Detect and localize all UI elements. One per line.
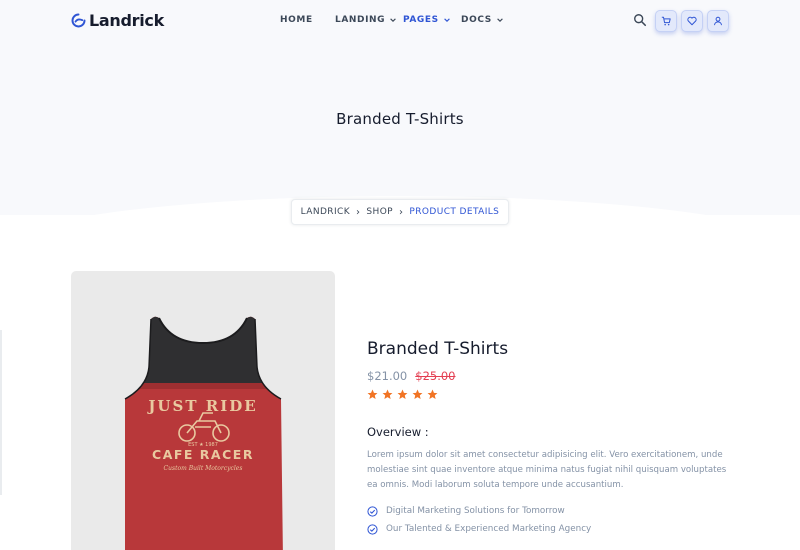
wishlist-button[interactable]	[681, 10, 703, 32]
chevron-down-icon	[443, 18, 450, 22]
star-icon	[382, 389, 393, 399]
heart-icon	[687, 16, 697, 26]
breadcrumb: LANDRICK › SHOP › PRODUCT DETAILS	[291, 199, 509, 225]
overview-heading: Overview :	[367, 425, 429, 439]
breadcrumb-item-shop[interactable]: SHOP	[366, 207, 393, 217]
chevron-down-icon	[496, 18, 503, 22]
page-edge-divider	[0, 330, 2, 495]
feature-item: Our Talented & Experienced Marketing Age…	[367, 520, 737, 538]
check-circle-icon	[367, 505, 378, 517]
brand-logo[interactable]: Landrick	[71, 11, 164, 30]
page-title: Branded T-Shirts	[336, 110, 464, 128]
print-bottom-text: CAFE RACER	[152, 447, 254, 462]
star-icon	[397, 389, 408, 399]
brand-name: Landrick	[89, 11, 164, 30]
product-title: Branded T-Shirts	[367, 339, 509, 359]
print-small-text: Custom Built Motorcycles	[164, 465, 243, 472]
feature-label: Our Talented & Experienced Marketing Age…	[386, 524, 592, 534]
landrick-logo-icon	[71, 13, 86, 28]
nav-item-label: LANDING	[335, 15, 386, 25]
chevron-right-icon: ›	[356, 206, 361, 218]
account-button[interactable]	[707, 10, 729, 32]
feature-item: Digital Marketing Solutions for Tomorrow	[367, 502, 737, 520]
top-navbar: Landrick HOME LANDING PAGES DOCS	[0, 0, 800, 42]
overview-text: Lorem ipsum dolor sit amet consectetur a…	[367, 450, 727, 490]
tank-top-product-image: JUST RIDE EST ★ 1987 CAFE RACER Custom B…	[124, 316, 283, 550]
price-old: $25.00	[415, 369, 456, 383]
check-circle-icon	[367, 523, 378, 535]
shopping-cart-icon	[661, 16, 671, 26]
nav-item-home[interactable]: HOME	[280, 15, 313, 25]
chevron-right-icon: ›	[399, 206, 404, 218]
nav-item-label: HOME	[280, 15, 313, 25]
nav-item-pages[interactable]: PAGES	[403, 15, 451, 25]
star-icon	[412, 389, 423, 399]
breadcrumb-item-current: PRODUCT DETAILS	[409, 207, 500, 217]
nav-item-label: PAGES	[403, 15, 439, 25]
star-icon	[367, 389, 378, 399]
nav-item-label: DOCS	[461, 15, 492, 25]
price-current: $21.00	[367, 369, 408, 383]
product-image[interactable]: JUST RIDE EST ★ 1987 CAFE RACER Custom B…	[71, 271, 335, 550]
user-icon	[714, 16, 722, 26]
nav-item-landing[interactable]: LANDING	[335, 15, 397, 25]
product-price: $21.00 $25.00	[367, 369, 737, 383]
feature-label: Digital Marketing Solutions for Tomorrow	[386, 506, 565, 516]
product-details: Branded T-Shirts $21.00 $25.00 Overview …	[367, 339, 737, 538]
cart-button[interactable]	[655, 10, 677, 32]
rating-stars	[367, 389, 737, 400]
feature-list: Digital Marketing Solutions for Tomorrow…	[367, 502, 737, 538]
star-icon	[427, 389, 438, 399]
print-top-text: JUST RIDE	[146, 397, 257, 415]
search-icon[interactable]	[633, 13, 647, 27]
breadcrumb-item-landrick[interactable]: LANDRICK	[301, 207, 350, 217]
chevron-down-icon	[390, 18, 396, 22]
nav-item-docs[interactable]: DOCS	[461, 15, 504, 25]
